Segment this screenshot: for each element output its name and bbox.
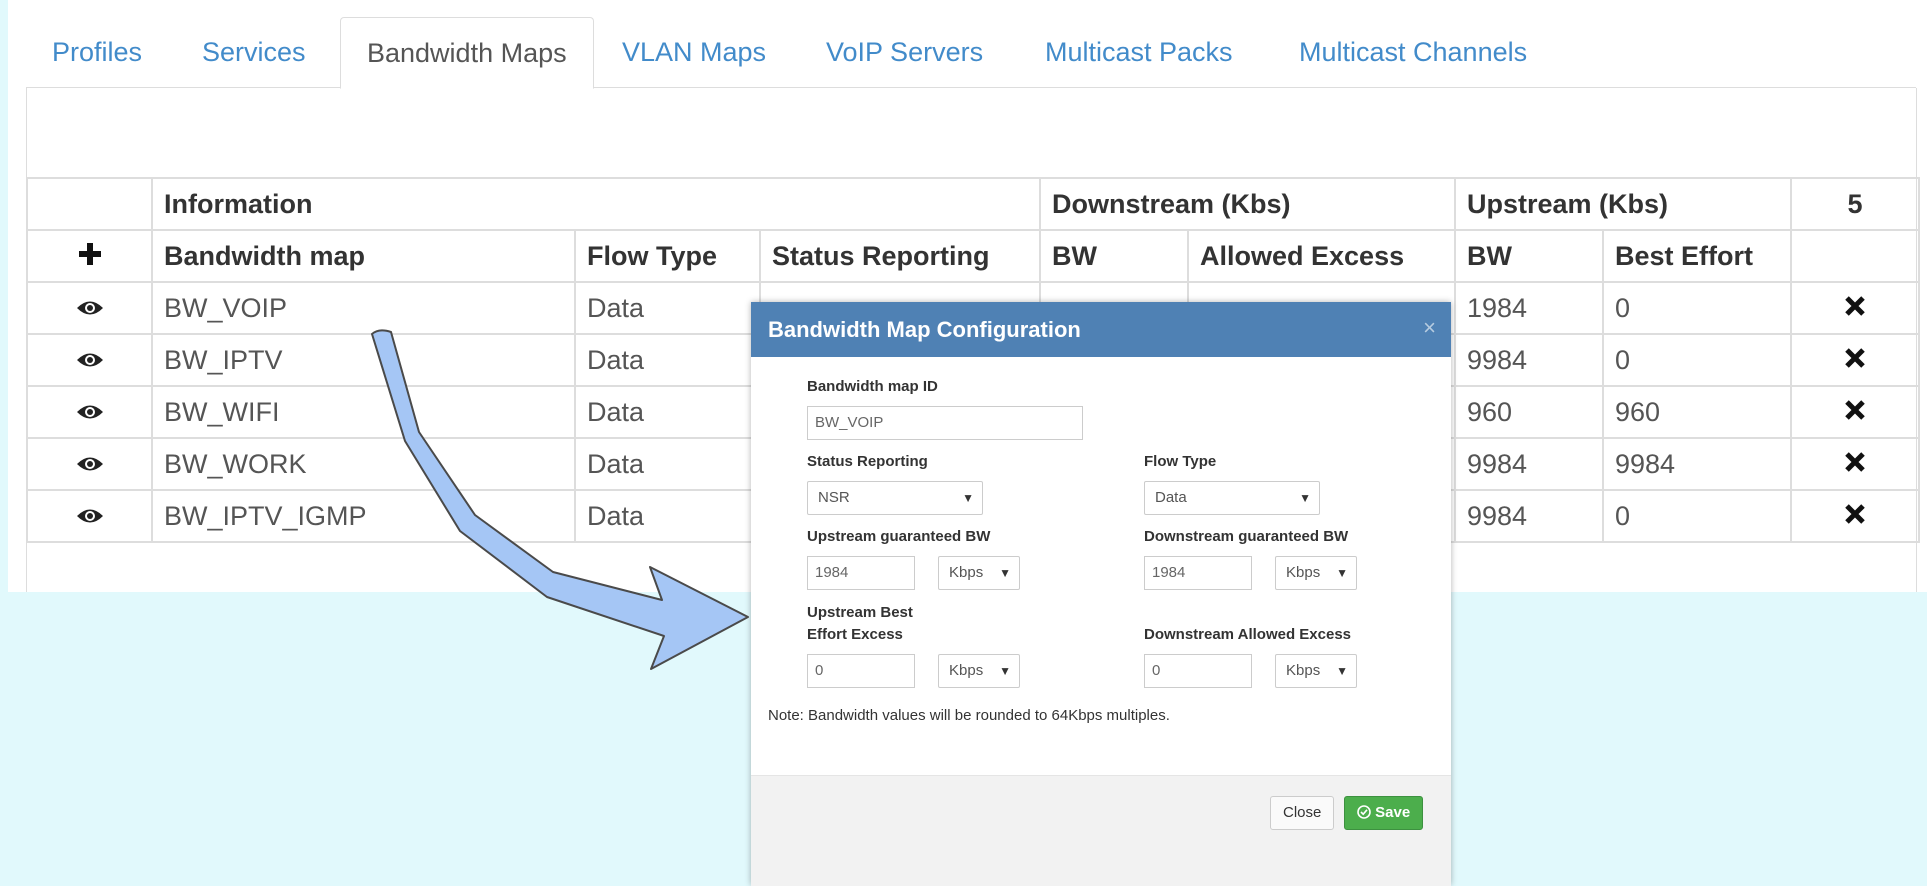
arrow-shape bbox=[371, 329, 749, 670]
tab-bandwidth-maps[interactable]: Bandwidth Maps bbox=[340, 17, 594, 89]
annotation-arrow bbox=[371, 329, 749, 670]
